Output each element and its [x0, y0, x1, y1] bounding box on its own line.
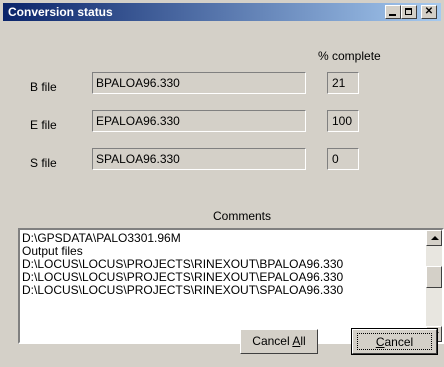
comments-scrollbar[interactable] — [426, 230, 442, 342]
s-file-label: S file — [30, 156, 57, 170]
e-file-percent: 100 — [327, 110, 359, 132]
title-bar[interactable]: Conversion status ✕ — [3, 3, 441, 21]
comment-line: D:\LOCUS\LOCUS\PROJECTS\RINEXOUT\SPALOA9… — [22, 283, 344, 297]
comments-text: D:\GPSDATA\PALO3301.96M Output files D:\… — [22, 232, 418, 297]
scroll-up-button[interactable] — [426, 230, 442, 246]
comments-label: Comments — [213, 209, 272, 223]
minimize-icon — [389, 14, 396, 16]
s-file-name-field: SPALOA96.330 — [92, 148, 306, 170]
e-file-name-field: EPALOA96.330 — [92, 110, 306, 132]
percent-complete-header: % complete — [318, 49, 381, 63]
maximize-button[interactable] — [401, 5, 417, 19]
close-button[interactable]: ✕ — [421, 5, 437, 19]
cancel-all-label-suffix: ll — [300, 334, 306, 348]
window-title: Conversion status — [8, 5, 113, 19]
comments-textarea[interactable]: D:\GPSDATA\PALO3301.96M Output files D:\… — [18, 228, 444, 344]
arrow-up-icon — [431, 236, 439, 240]
maximize-icon — [405, 8, 412, 15]
cancel-all-label-prefix: Cancel — [252, 334, 293, 348]
e-file-label: E file — [30, 118, 57, 132]
b-file-percent: 21 — [327, 72, 359, 94]
minimize-button[interactable] — [385, 5, 401, 19]
conversion-status-dialog: Conversion status ✕ % complete B file BP… — [0, 0, 444, 367]
cancel-label-suffix: ancel — [384, 335, 414, 349]
scroll-thumb[interactable] — [426, 266, 442, 288]
cancel-focus-rect: Cancel — [357, 333, 432, 350]
cancel-button[interactable]: Cancel — [351, 328, 438, 355]
cancel-all-button[interactable]: Cancel All — [240, 329, 318, 354]
close-icon: ✕ — [424, 6, 434, 17]
b-file-name-field: BPALOA96.330 — [92, 72, 306, 94]
b-file-label: B file — [30, 80, 57, 94]
s-file-percent: 0 — [327, 148, 359, 170]
